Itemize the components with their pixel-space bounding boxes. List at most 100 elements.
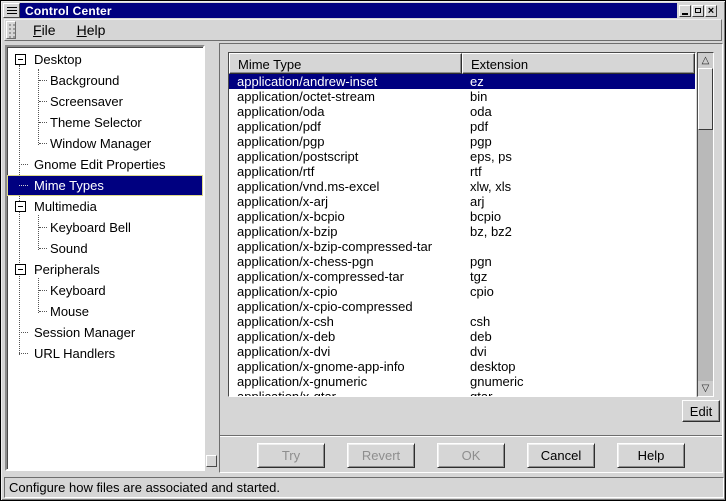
tree-connector [39, 122, 47, 123]
scrollbar-thumb[interactable] [698, 68, 713, 130]
tree-expander-icon[interactable] [15, 54, 26, 65]
mime-types-capplet: Mime Type Extension application/andrew-i… [219, 43, 723, 473]
mime-row[interactable]: application/x-bzip-compressed-tar [229, 239, 695, 254]
menubar-drag-handle[interactable] [6, 21, 16, 39]
mime-row[interactable]: application/x-cpio cpio [229, 284, 695, 299]
tree-item-prefix [39, 122, 50, 123]
mime-row[interactable]: application/andrew-inset ez [229, 74, 695, 89]
mime-type-cell: application/x-compressed-tar [229, 269, 462, 284]
extension-cell [462, 239, 470, 254]
maximize-button[interactable] [692, 5, 704, 17]
tree-item-label: Window Manager [50, 134, 151, 153]
tree-item[interactable]: Desktop [7, 49, 203, 70]
tree-item[interactable]: Keyboard [7, 280, 203, 301]
mime-table-body: application/andrew-inset ez application/… [229, 74, 695, 396]
extension-cell: pgp [462, 134, 492, 149]
mime-row[interactable]: application/x-gtar gtar [229, 389, 695, 396]
mime-row[interactable]: application/x-cpio-compressed [229, 299, 695, 314]
tree-item-label: Gnome Edit Properties [34, 155, 166, 174]
mime-row[interactable]: application/vnd.ms-excel xlw, xls [229, 179, 695, 194]
tree-expander-icon[interactable] [15, 201, 26, 212]
extension-cell: oda [462, 104, 492, 119]
action-button[interactable]: OK [437, 443, 505, 468]
mime-row[interactable]: application/x-deb deb [229, 329, 695, 344]
status-text: Configure how files are associated and s… [9, 480, 280, 495]
column-header-mime-type[interactable]: Mime Type [229, 53, 462, 74]
mime-type-cell: application/x-gnome-app-info [229, 359, 462, 374]
extension-cell: bz, bz2 [462, 224, 512, 239]
tree-item-prefix [39, 227, 50, 228]
tree-item[interactable]: Background [7, 70, 203, 91]
tree-connector [39, 248, 47, 249]
tree-item[interactable]: Session Manager [7, 322, 203, 343]
mime-type-cell: application/pdf [229, 119, 462, 134]
mime-row[interactable]: application/postscript eps, ps [229, 149, 695, 164]
mime-type-cell: application/x-chess-pgn [229, 254, 462, 269]
edit-button[interactable]: Edit [682, 400, 720, 422]
tree-item[interactable]: Keyboard Bell [7, 217, 203, 238]
extension-cell: deb [462, 329, 492, 344]
tree-item[interactable]: Mime Types [7, 175, 203, 196]
mime-row[interactable]: application/rtf rtf [229, 164, 695, 179]
tree-item-prefix [39, 143, 50, 144]
tree-item[interactable]: Screensaver [7, 91, 203, 112]
mime-row[interactable]: application/x-dvi dvi [229, 344, 695, 359]
mime-row[interactable]: application/pdf pdf [229, 119, 695, 134]
action-button[interactable]: Try [257, 443, 325, 468]
tree-item[interactable]: Peripherals [7, 259, 203, 280]
mime-row[interactable]: application/x-compressed-tar tgz [229, 269, 695, 284]
tree-item-label: Sound [50, 239, 88, 258]
action-button[interactable]: Help [617, 443, 685, 468]
mime-type-cell: application/x-bcpio [229, 209, 462, 224]
action-button[interactable]: Revert [347, 443, 415, 468]
mime-row[interactable]: application/x-chess-pgn pgn [229, 254, 695, 269]
category-tree: Desktop Background Screensaver [7, 47, 203, 469]
mime-row[interactable]: application/x-bcpio bcpio [229, 209, 695, 224]
extension-cell: pdf [462, 119, 488, 134]
tree-connector [39, 311, 47, 312]
tree-item[interactable]: Mouse [7, 301, 203, 322]
tree-item-prefix [39, 311, 50, 312]
mime-type-cell: application/x-csh [229, 314, 462, 329]
tree-item[interactable]: Gnome Edit Properties [7, 154, 203, 175]
scroll-up-button[interactable]: △ [698, 53, 713, 68]
mime-type-cell: application/vnd.ms-excel [229, 179, 462, 194]
tree-item[interactable]: Window Manager [7, 133, 203, 154]
mime-type-cell: application/pgp [229, 134, 462, 149]
tree-item-label: Mime Types [34, 176, 104, 195]
vertical-scrollbar[interactable]: △ ▽ [697, 52, 714, 397]
pane-divider[interactable] [205, 45, 219, 471]
mime-table: Mime Type Extension application/andrew-i… [228, 52, 696, 397]
mime-row[interactable]: application/x-arj arj [229, 194, 695, 209]
tree-connector [19, 164, 28, 165]
mime-type-cell: application/rtf [229, 164, 462, 179]
menu-help[interactable]: Help [70, 21, 113, 39]
mime-row[interactable]: application/x-gnumeric gnumeric [229, 374, 695, 389]
tree-expander-icon[interactable] [15, 264, 26, 275]
action-button[interactable]: Cancel [527, 443, 595, 468]
mime-row[interactable]: application/x-csh csh [229, 314, 695, 329]
pane-resize-handle[interactable] [206, 455, 217, 467]
column-header-extension[interactable]: Extension [462, 53, 695, 74]
extension-cell: pgn [462, 254, 492, 269]
scroll-down-button[interactable]: ▽ [698, 381, 713, 396]
tree-item[interactable]: Theme Selector [7, 112, 203, 133]
tree-item-label: Screensaver [50, 92, 123, 111]
tree-item[interactable]: Sound [7, 238, 203, 259]
window-menu-button[interactable] [3, 3, 20, 18]
mime-row[interactable]: application/oda oda [229, 104, 695, 119]
tree-item-prefix [14, 332, 34, 333]
extension-cell: dvi [462, 344, 487, 359]
minimize-button[interactable] [679, 5, 691, 17]
tree-item[interactable]: Multimedia [7, 196, 203, 217]
mime-row[interactable]: application/x-gnome-app-info desktop [229, 359, 695, 374]
mime-row[interactable]: application/pgp pgp [229, 134, 695, 149]
mime-type-cell: application/x-bzip-compressed-tar [229, 239, 462, 254]
tree-connector [39, 101, 47, 102]
mime-row[interactable]: application/octet-stream bin [229, 89, 695, 104]
mime-row[interactable]: application/x-bzip bz, bz2 [229, 224, 695, 239]
close-button[interactable]: × [705, 5, 717, 17]
tree-item-label: Multimedia [34, 197, 97, 216]
menu-file[interactable]: File [26, 21, 63, 39]
tree-item[interactable]: URL Handlers [7, 343, 203, 364]
